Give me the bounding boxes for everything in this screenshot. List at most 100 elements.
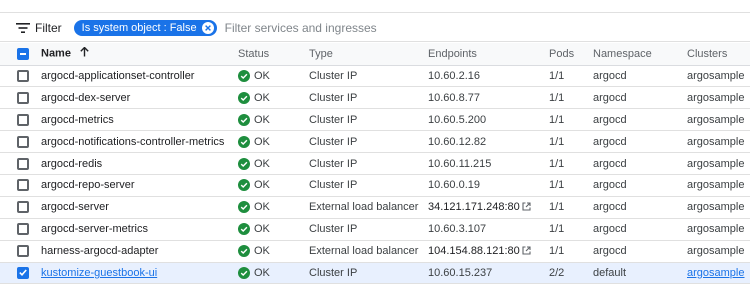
- service-name-link[interactable]: kustomize-guestbook-ui: [41, 267, 157, 279]
- endpoints-cell: 10.60.15.237: [428, 262, 549, 284]
- checkbox-cell: [0, 87, 41, 109]
- cluster-name: argosample: [687, 223, 745, 236]
- status-cell: OK: [238, 131, 309, 153]
- row-checkbox[interactable]: [17, 266, 29, 279]
- cluster-name: argosample: [687, 179, 745, 192]
- status-text: OK: [254, 223, 270, 236]
- status-text: OK: [254, 266, 270, 279]
- type-cell: Cluster IP: [309, 179, 358, 192]
- status-cell: OK: [238, 218, 309, 240]
- cluster-name: argosample: [687, 135, 745, 148]
- status-text: OK: [254, 135, 270, 148]
- status-text: OK: [254, 245, 270, 258]
- column-header-name[interactable]: Name: [41, 43, 238, 66]
- name-cell: argocd-metrics: [41, 109, 238, 131]
- check-circle-icon: [238, 135, 250, 148]
- endpoints-cell: 10.60.2.16: [428, 65, 549, 87]
- table-row[interactable]: argocd-redis OK Cluster IP 10.60.11.215 1/1 a…: [0, 153, 750, 175]
- namespace-cell: argocd: [593, 91, 627, 104]
- column-header-clusters[interactable]: Clusters: [687, 43, 750, 66]
- chip-close-icon[interactable]: [201, 21, 214, 34]
- clusters-cell: argosample: [687, 174, 750, 196]
- row-checkbox[interactable]: [17, 91, 29, 104]
- filter-label: Filter: [35, 20, 62, 35]
- endpoints-cell: 10.60.8.77: [428, 87, 549, 109]
- filter-list-icon: [16, 22, 30, 34]
- open-in-new-icon: [522, 202, 531, 214]
- open-in-new-icon: [522, 246, 531, 258]
- checkbox-cell: [0, 240, 41, 262]
- pods-cell: 1/1: [549, 135, 565, 148]
- name-cell: argocd-applicationset-controller: [41, 65, 238, 87]
- table-row[interactable]: argocd-metrics OK Cluster IP 10.60.5.200 1/1…: [0, 109, 750, 131]
- checkbox-cell: [0, 109, 41, 131]
- table-row[interactable]: argocd-server-metrics OK Cluster IP 10.60.3…: [0, 218, 750, 241]
- table-row[interactable]: argocd-repo-server OK Cluster IP 10.60.0.19…: [0, 174, 750, 197]
- checkbox-cell: [0, 65, 41, 87]
- checkbox-cell: [0, 218, 41, 240]
- service-name[interactable]: argocd-redis: [41, 158, 102, 170]
- service-name[interactable]: argocd-server-metrics: [41, 223, 148, 235]
- endpoint-link[interactable]: 104.154.88.121:80: [428, 245, 531, 257]
- clusters-cell: argosample: [687, 262, 750, 284]
- name-cell: argocd-server: [41, 196, 238, 218]
- endpoints-cell: 10.60.12.82: [428, 131, 549, 153]
- table-row[interactable]: kustomize-guestbook-ui OK Cluster IP 10.60.…: [0, 262, 750, 284]
- pods-cell: 1/1: [549, 69, 565, 82]
- row-checkbox[interactable]: [17, 69, 29, 82]
- filter-button[interactable]: Filter: [16, 21, 62, 35]
- endpoint-text: 104.154.88.121:80: [428, 244, 520, 257]
- cluster-name: argosample: [687, 91, 745, 104]
- filter-chip-system-object[interactable]: Is system object : False: [73, 19, 217, 36]
- filter-chip-label: Is system object : False: [81, 21, 197, 34]
- table-row[interactable]: argocd-server OK External load balancer 34.…: [0, 196, 750, 219]
- row-checkbox[interactable]: [17, 179, 29, 192]
- filter-bar: Filter Is system object : False: [0, 14, 750, 42]
- status-cell: OK: [238, 153, 309, 175]
- namespace-cell: argocd: [593, 201, 627, 214]
- pods-cell: 1/1: [549, 113, 565, 126]
- type-cell: External load balancer: [309, 245, 419, 258]
- checkbox-cell: [0, 262, 41, 284]
- check-circle-icon: [238, 266, 250, 279]
- service-name[interactable]: argocd-applicationset-controller: [41, 70, 194, 82]
- service-name[interactable]: argocd-notifications-controller-metrics: [41, 136, 224, 148]
- endpoint-link[interactable]: 34.121.171.248:80: [428, 201, 531, 213]
- status-cell: OK: [238, 196, 309, 218]
- endpoints-cell: 10.60.3.107: [428, 218, 549, 240]
- service-name[interactable]: argocd-repo-server: [41, 179, 135, 191]
- filter-input[interactable]: [224, 20, 525, 35]
- table-row[interactable]: argocd-notifications-controller-metrics O…: [0, 131, 750, 153]
- pods-cell: 1/1: [549, 223, 565, 236]
- service-name[interactable]: harness-argocd-adapter: [41, 245, 158, 257]
- column-header-type[interactable]: Type: [309, 43, 428, 66]
- column-header-pods[interactable]: Pods: [549, 43, 593, 66]
- select-all-checkbox[interactable]: [17, 47, 29, 60]
- table-row[interactable]: harness-argocd-adapter OK External load ba…: [0, 240, 750, 263]
- row-checkbox[interactable]: [17, 113, 29, 126]
- namespace-cell: argocd: [593, 245, 627, 258]
- table-row[interactable]: argocd-applicationset-controller OK Cluste…: [0, 65, 750, 87]
- row-checkbox[interactable]: [17, 201, 29, 214]
- name-cell: harness-argocd-adapter: [41, 240, 238, 262]
- name-cell: kustomize-guestbook-ui: [41, 262, 238, 284]
- service-name[interactable]: argocd-server: [41, 201, 109, 213]
- row-checkbox[interactable]: [17, 223, 29, 236]
- clusters-cell: argosample: [687, 87, 750, 109]
- row-checkbox[interactable]: [17, 245, 29, 258]
- status-text: OK: [254, 91, 270, 104]
- row-checkbox[interactable]: [17, 135, 29, 148]
- endpoints-cell: 10.60.5.200: [428, 109, 549, 131]
- row-checkbox[interactable]: [17, 157, 29, 170]
- column-header-status[interactable]: Status: [238, 43, 309, 66]
- column-header-namespace[interactable]: Namespace: [593, 43, 687, 66]
- status-cell: OK: [238, 87, 309, 109]
- namespace-cell: argocd: [593, 113, 627, 126]
- top-divider: [0, 0, 750, 13]
- service-name[interactable]: argocd-metrics: [41, 114, 114, 126]
- service-name[interactable]: argocd-dex-server: [41, 92, 130, 104]
- name-cell: argocd-redis: [41, 153, 238, 175]
- table-row[interactable]: argocd-dex-server OK Cluster IP 10.60.8.77 1…: [0, 87, 750, 109]
- cluster-link[interactable]: argosample: [687, 267, 744, 279]
- column-header-endpoints[interactable]: Endpoints: [428, 43, 549, 66]
